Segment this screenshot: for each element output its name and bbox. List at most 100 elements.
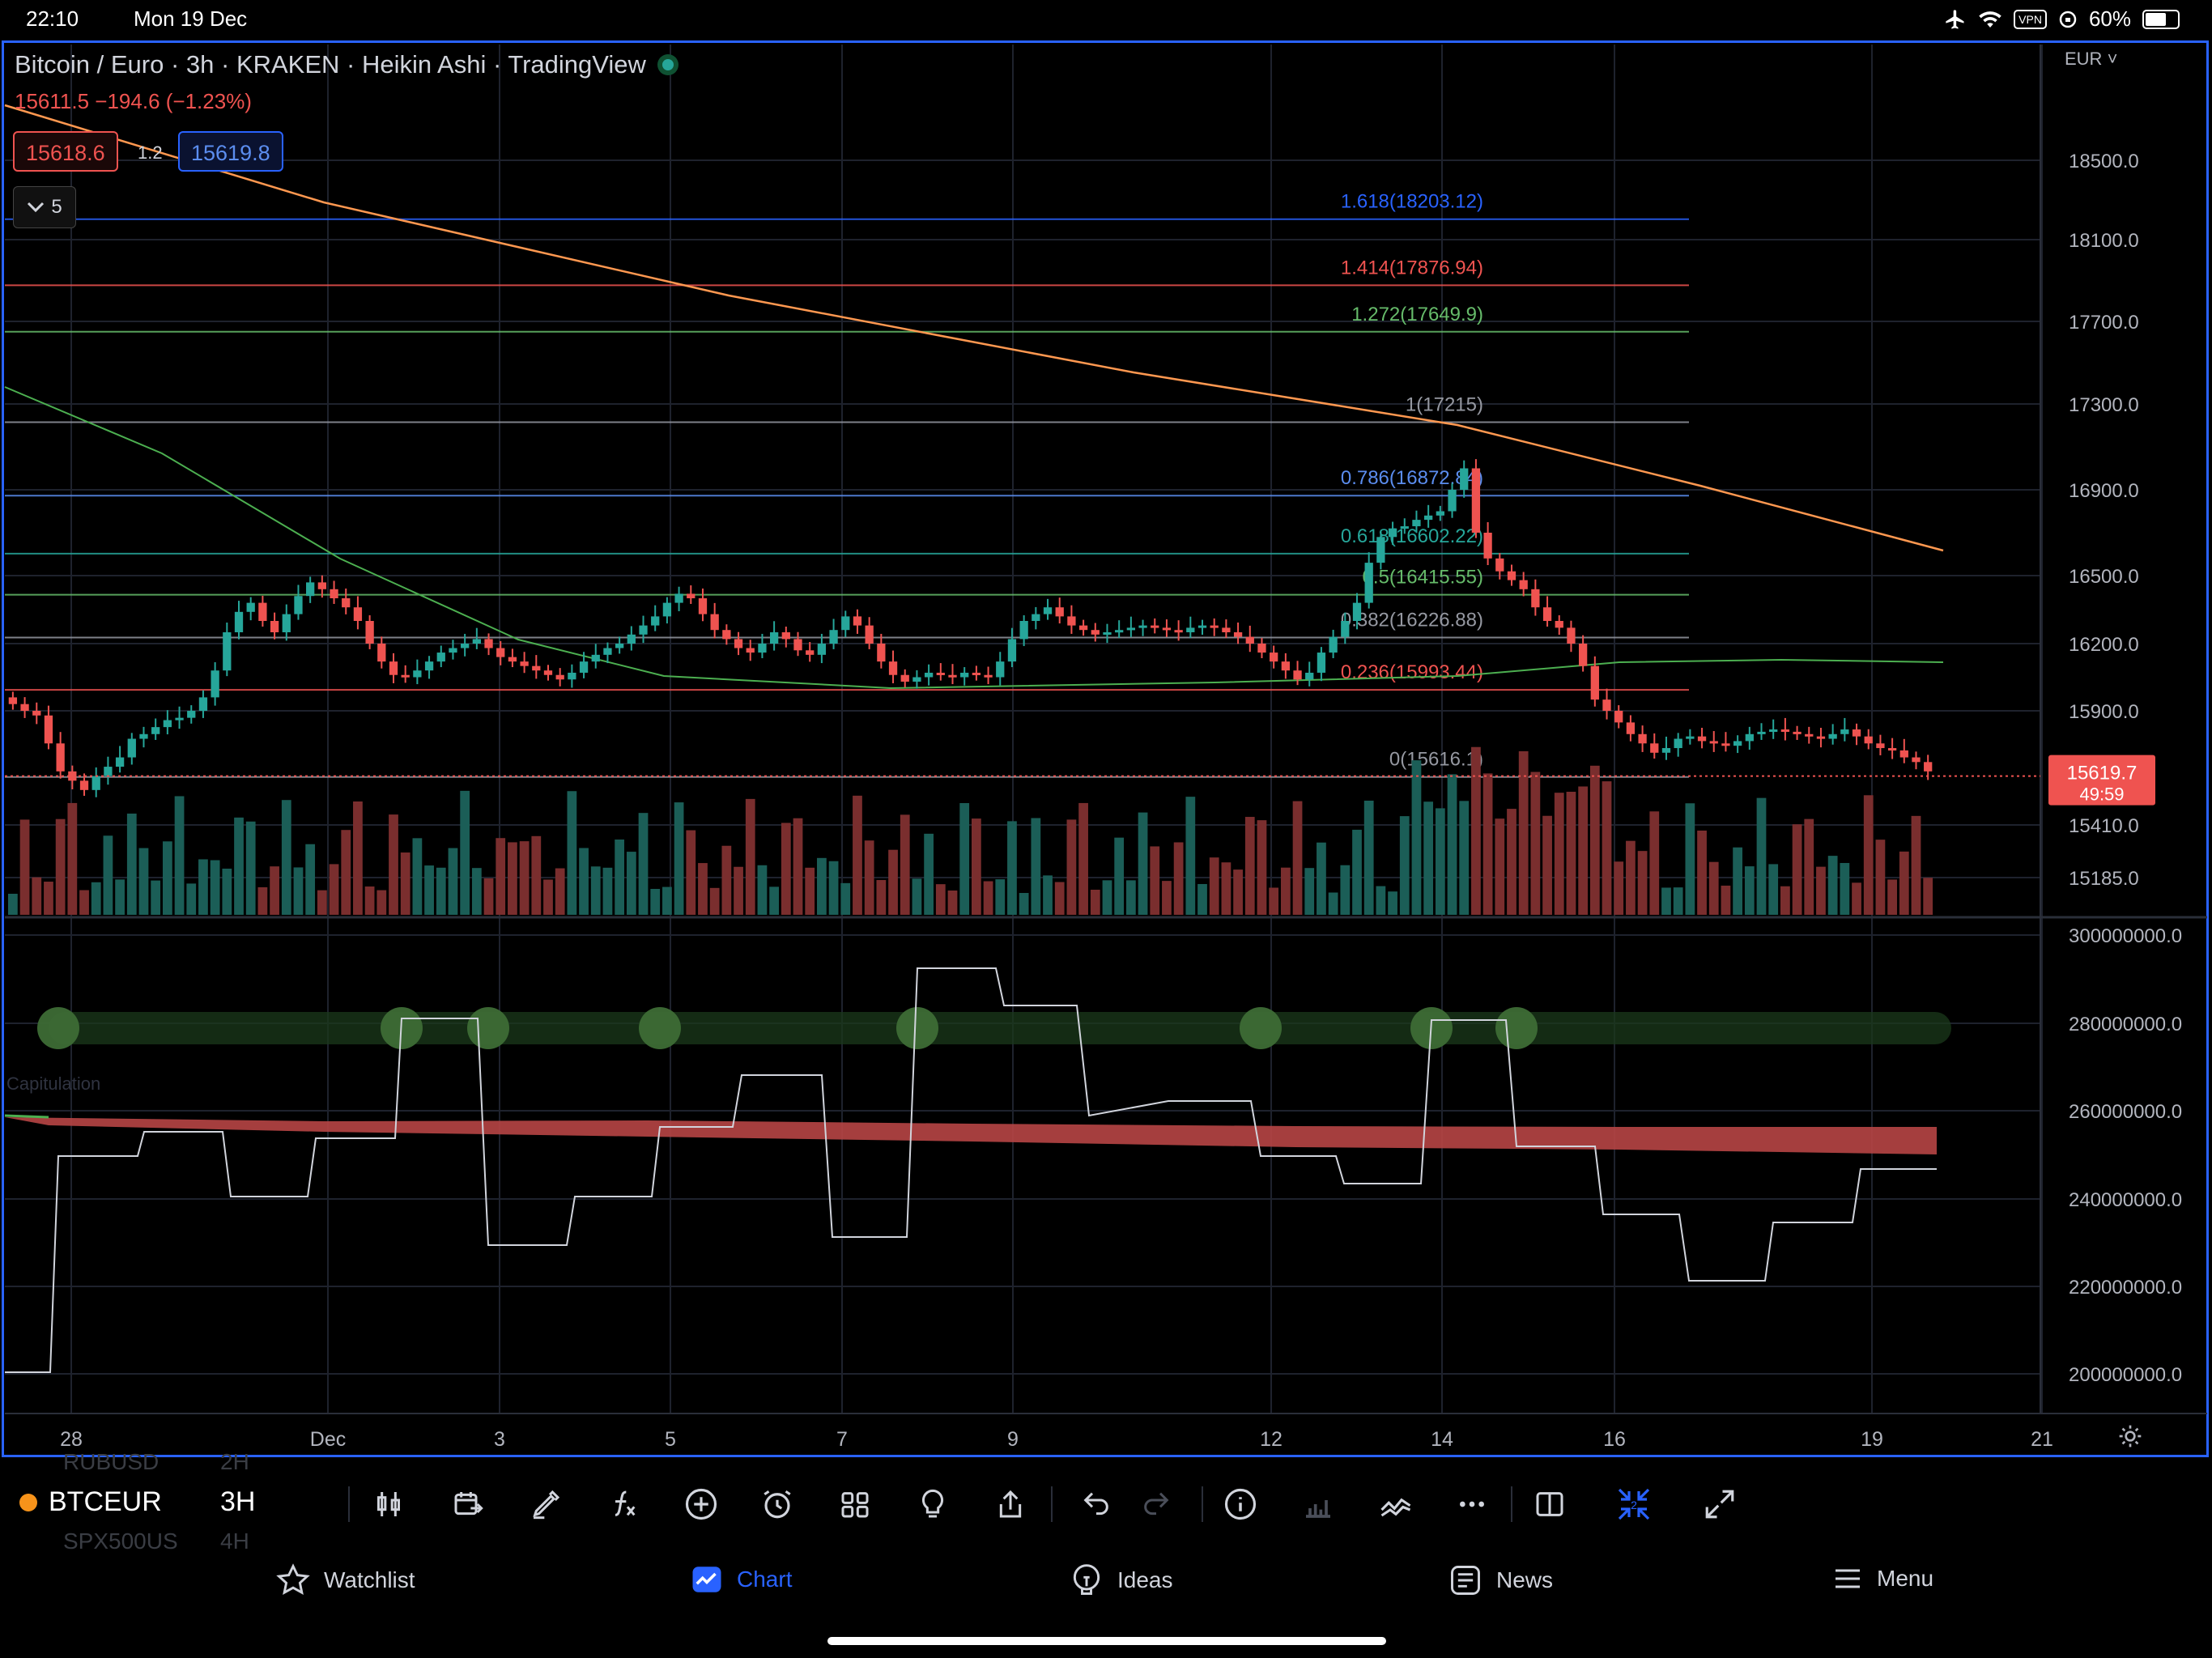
- alert-button[interactable]: [755, 1482, 800, 1527]
- volume-bar: [293, 867, 304, 915]
- candle-body: [104, 767, 113, 776]
- chart-icon: [692, 1567, 721, 1592]
- trading-panel-button[interactable]: [1373, 1482, 1419, 1527]
- volume-bar: [151, 880, 161, 915]
- candle-body: [1590, 665, 1599, 700]
- volume-bar: [1399, 816, 1410, 915]
- volume-bar: [1411, 760, 1422, 915]
- split-view-button[interactable]: [1527, 1482, 1572, 1527]
- volume-bar: [257, 886, 268, 915]
- volume-bar: [126, 813, 137, 915]
- indicators-button[interactable]: [601, 1482, 646, 1527]
- currency-select[interactable]: EUR ˅: [2065, 49, 2117, 70]
- fib-level-label: 1(17215): [1406, 394, 1483, 416]
- buy-button[interactable]: 15619.8: [178, 131, 283, 172]
- info-button[interactable]: [1218, 1482, 1263, 1527]
- volume-bar: [270, 866, 279, 915]
- tab-watchlist[interactable]: Watchlist: [275, 1562, 415, 1598]
- candle-body: [746, 648, 755, 653]
- volume-bar: [1197, 883, 1207, 915]
- multi-chart-button[interactable]: 2: [1611, 1482, 1657, 1527]
- ideas-publish-button[interactable]: [910, 1482, 955, 1527]
- share-button[interactable]: [988, 1482, 1033, 1527]
- volume-bar: [1043, 875, 1053, 915]
- candle-body: [365, 621, 374, 644]
- volume-bar: [721, 845, 732, 915]
- sell-button[interactable]: 15618.6: [13, 131, 118, 172]
- settings-gear-icon[interactable]: [2117, 1423, 2143, 1449]
- candle-body: [1650, 743, 1659, 753]
- candle-body: [79, 780, 89, 790]
- candle-body: [900, 674, 909, 682]
- candle-body: [139, 733, 148, 739]
- candle-body: [234, 611, 244, 632]
- volume-bar: [1019, 892, 1029, 915]
- tab-label: News: [1496, 1567, 1554, 1592]
- tab-menu[interactable]: Menu: [1831, 1562, 1933, 1595]
- indicator-green-segment: [4, 1114, 49, 1119]
- financials-button[interactable]: [1295, 1482, 1341, 1527]
- indicators-toggle[interactable]: 5: [13, 186, 76, 228]
- candle-body: [1078, 625, 1088, 631]
- undo-button[interactable]: [1074, 1482, 1119, 1527]
- volume-bar: [1257, 820, 1267, 915]
- capitulation-bubble: [1495, 1007, 1538, 1049]
- interval-selector[interactable]: 3H: [220, 1486, 255, 1518]
- symbol-title[interactable]: Bitcoin / Euro · 3h · KRAKEN · Heikin As…: [15, 50, 646, 79]
- volume-bar: [1530, 772, 1541, 915]
- volume-bar: [1637, 851, 1648, 915]
- volume-bar: [210, 860, 220, 915]
- volume-bar: [828, 861, 839, 915]
- volume-bar: [769, 886, 779, 915]
- candle-body: [687, 593, 696, 598]
- volume-bar: [341, 830, 351, 915]
- redo-button[interactable]: [1134, 1482, 1179, 1527]
- price-chart[interactable]: 18500.0 18100.0 17700.0 17300.0 16900.0 16500…: [0, 0, 2212, 1462]
- add-button[interactable]: [678, 1482, 724, 1527]
- candle-body: [769, 632, 779, 644]
- volume-tick-label: 300000000.0: [2069, 925, 2182, 947]
- capitulation-bubble: [467, 1007, 509, 1049]
- tab-label: Menu: [1877, 1566, 1934, 1591]
- candle-body: [1626, 722, 1636, 734]
- fullscreen-button[interactable]: [1697, 1482, 1742, 1527]
- volume-tick-label: 220000000.0: [2069, 1277, 2182, 1299]
- volume-bar: [1685, 803, 1695, 915]
- bar-chart-icon: [1306, 1500, 1330, 1518]
- fib-level-label: 0(15616.1): [1389, 749, 1483, 771]
- candle-body: [996, 661, 1005, 678]
- volume-bar: [329, 864, 339, 915]
- volume-bar: [935, 884, 946, 915]
- time-tick-label: Dec: [310, 1428, 346, 1451]
- volume-bar: [1292, 801, 1303, 915]
- candle-body: [56, 743, 65, 772]
- candle-body: [187, 711, 196, 718]
- tab-chart[interactable]: Chart: [690, 1562, 792, 1596]
- chart-type-button[interactable]: [366, 1482, 411, 1527]
- volume-bar: [1031, 818, 1041, 915]
- volume-bar: [1756, 797, 1767, 915]
- volume-bar: [103, 835, 113, 915]
- volume-bar: [198, 859, 208, 915]
- ghost-interval-top: 2H: [220, 1449, 249, 1474]
- candle-body: [1780, 729, 1790, 733]
- volume-bar: [353, 801, 363, 915]
- tab-ideas[interactable]: Ideas: [1069, 1562, 1173, 1598]
- volume-bar: [853, 795, 862, 915]
- volume-bar: [1304, 868, 1315, 915]
- symbol-selector[interactable]: BTCEUR: [19, 1486, 162, 1518]
- candle-body: [532, 665, 541, 671]
- compare-button[interactable]: [445, 1482, 491, 1527]
- more-button[interactable]: [1449, 1482, 1495, 1527]
- tab-news[interactable]: News: [1448, 1562, 1553, 1598]
- candle-body: [282, 614, 291, 632]
- candle-body: [496, 648, 505, 657]
- candle-body: [198, 697, 208, 711]
- layout-button[interactable]: [832, 1482, 878, 1527]
- volume-bar: [781, 823, 791, 915]
- drawing-tools-button[interactable]: [523, 1482, 568, 1527]
- volume-bar: [959, 802, 970, 915]
- volume-bar: [1363, 800, 1374, 915]
- candle-body: [579, 661, 589, 673]
- capitulation-bubble: [896, 1007, 938, 1049]
